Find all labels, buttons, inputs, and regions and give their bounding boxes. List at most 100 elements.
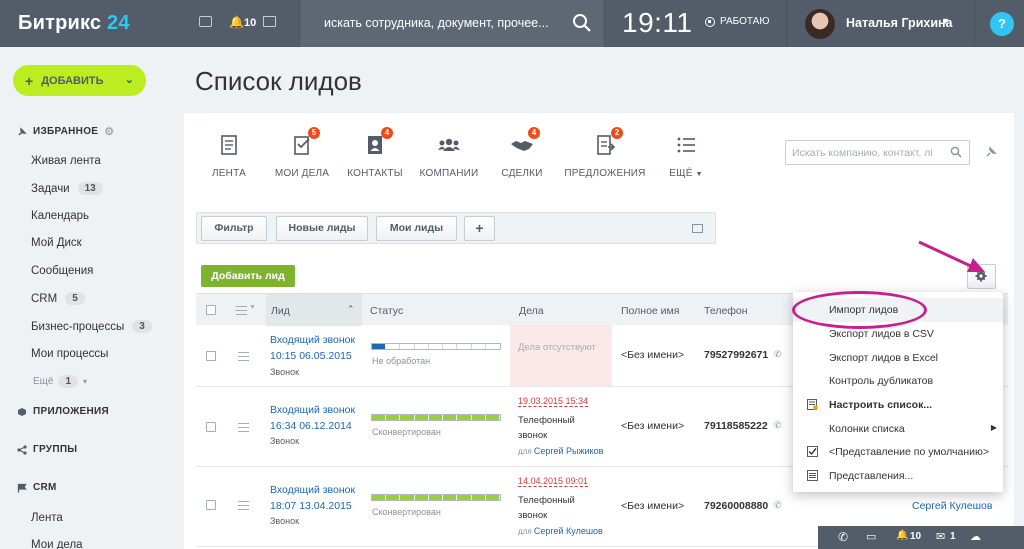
mail-count[interactable]: 1 bbox=[950, 531, 956, 542]
my-leads-filter-button[interactable]: Мои лиды bbox=[376, 216, 457, 241]
sidebar-item-live-feed[interactable]: Живая лента bbox=[31, 155, 101, 167]
favorites-header[interactable]: ИЗБРАННОЕ ⚙ bbox=[17, 125, 114, 138]
chevron-right-icon: ▶ bbox=[990, 423, 997, 432]
phone-number[interactable]: 79260008880 bbox=[704, 500, 768, 512]
gear-icon[interactable]: ⚙ bbox=[104, 125, 114, 138]
menu-item-label: Контроль дубликатов bbox=[829, 375, 934, 387]
crm-search-field[interactable]: Искать компанию, контакт, лі bbox=[785, 140, 970, 165]
toolbar-label: ЕЩЁ ▼ bbox=[643, 168, 729, 179]
checkbox-checked-icon bbox=[807, 446, 818, 457]
row-checkbox[interactable] bbox=[206, 422, 216, 432]
filter-button[interactable]: Фильтр bbox=[201, 216, 267, 241]
toolbar-deals[interactable]: 4 СДЕЛКИ bbox=[479, 113, 565, 179]
apps-header[interactable]: ПРИЛОЖЕНИЯ bbox=[17, 406, 109, 417]
deal-date[interactable]: 19.03.2015 15:34 bbox=[518, 396, 589, 407]
avatar[interactable] bbox=[805, 9, 835, 39]
new-leads-filter-button[interactable]: Новые лиды bbox=[276, 216, 368, 241]
column-header-deals[interactable]: Дела bbox=[519, 305, 544, 317]
lead-link[interactable]: Входящий звонок 16:34 06.12.2014 bbox=[270, 402, 355, 434]
collapse-icon[interactable] bbox=[692, 224, 703, 233]
menu-item-export-excel[interactable]: Экспорт лидов в Excel bbox=[793, 346, 1003, 370]
sidebar-item-my-activities[interactable]: Мои дела bbox=[31, 539, 83, 549]
sidebar-more[interactable]: Ещё 1 ▾ bbox=[33, 375, 87, 388]
sidebar-item-business-processes[interactable]: Бизнес-процессы 3 bbox=[31, 320, 152, 333]
sidebar-item-crm[interactable]: CRM 5 bbox=[31, 292, 85, 305]
row-menu-icon[interactable] bbox=[238, 501, 249, 510]
deal-person-link[interactable]: Сергей Рыжиков bbox=[534, 446, 603, 456]
help-button[interactable]: ? bbox=[990, 12, 1014, 36]
row-menu-icon[interactable] bbox=[238, 423, 249, 432]
responsible-link[interactable]: Сергей Кулешов bbox=[912, 500, 992, 512]
sidebar-item-calendar[interactable]: Календарь bbox=[31, 210, 89, 222]
deal-text: Телефонный звонок bbox=[518, 413, 575, 443]
phone-call-icon[interactable]: ✆ bbox=[774, 349, 782, 360]
sidebar-item-my-processes[interactable]: Мои процессы bbox=[31, 348, 108, 360]
status-progress[interactable] bbox=[371, 414, 501, 421]
folder-icon[interactable] bbox=[263, 16, 276, 27]
menu-item-duplicate-control[interactable]: Контроль дубликатов bbox=[793, 369, 1003, 393]
sidebar-item-my-drive[interactable]: Мой Диск bbox=[31, 237, 82, 249]
column-header-phone[interactable]: Телефон bbox=[704, 305, 748, 317]
sidebar-item-messages[interactable]: Сообщения bbox=[31, 265, 93, 277]
pin-icon[interactable] bbox=[985, 146, 997, 158]
search-icon[interactable] bbox=[950, 146, 962, 158]
deal-person-link[interactable]: Сергей Кулешов bbox=[534, 526, 603, 536]
menu-item-list-columns[interactable]: Колонки списка ▶ bbox=[793, 417, 1003, 441]
toolbar-quotes[interactable]: 2 ПРЕДЛОЖЕНИЯ bbox=[562, 113, 648, 179]
crm-count-badge: 5 bbox=[65, 292, 85, 305]
phone-number[interactable]: 79527992671 bbox=[704, 349, 768, 361]
toolbar-more[interactable]: ЕЩЁ ▼ bbox=[643, 113, 729, 179]
column-header-status[interactable]: Статус bbox=[370, 305, 403, 317]
crm-header[interactable]: CRM bbox=[17, 482, 57, 493]
logo[interactable]: Битрикс 24 bbox=[18, 12, 130, 35]
status-progress[interactable] bbox=[371, 494, 501, 501]
row-menu-icon[interactable] bbox=[238, 352, 249, 361]
menu-item-default-view[interactable]: <Представление по умолчанию> bbox=[793, 440, 1003, 464]
phone-call-icon[interactable]: ✆ bbox=[774, 420, 782, 431]
menu-item-label: Настроить список... bbox=[829, 399, 933, 411]
caret-down-icon[interactable]: ▼ bbox=[941, 16, 950, 26]
menu-item-configure-list[interactable]: Настроить список... bbox=[793, 393, 1003, 417]
status-progress[interactable] bbox=[371, 343, 501, 350]
search-input[interactable]: искать сотрудника, документ, прочее... bbox=[324, 16, 549, 30]
sidebar-item-label: Мои процессы bbox=[31, 348, 109, 360]
sort-asc-icon[interactable]: ⌃ bbox=[347, 304, 355, 315]
notifications-count[interactable]: 10 bbox=[910, 531, 921, 542]
phone-icon[interactable]: ✆ bbox=[838, 530, 848, 544]
user-name[interactable]: Наталья Грихина bbox=[846, 16, 953, 30]
add-lead-button[interactable]: Добавить лид bbox=[201, 265, 295, 287]
add-filter-button[interactable]: + bbox=[464, 216, 495, 241]
top-bar: Битрикс 24 🔔 10 искать сотрудника, докум… bbox=[0, 0, 1024, 47]
columns-menu-icon[interactable] bbox=[236, 306, 247, 315]
groups-header[interactable]: ГРУППЫ bbox=[17, 444, 77, 455]
sidebar-item-tasks[interactable]: Задачи 13 bbox=[31, 182, 103, 195]
column-header-full-name[interactable]: Полное имя bbox=[621, 305, 679, 317]
apps-header-label: ПРИЛОЖЕНИЯ bbox=[33, 406, 110, 417]
deal-date[interactable]: 14.04.2015 09:01 bbox=[518, 476, 589, 487]
row-checkbox[interactable] bbox=[206, 500, 216, 510]
lead-link[interactable]: Входящий звонок 18:07 13.04.2015 bbox=[270, 482, 355, 514]
column-header-lead[interactable]: Лид bbox=[271, 305, 290, 317]
phone-call-icon[interactable]: ✆ bbox=[774, 500, 782, 511]
global-search[interactable]: искать сотрудника, документ, прочее... bbox=[300, 0, 604, 47]
work-status-label: РАБОТАЮ bbox=[720, 16, 770, 27]
row-checkbox[interactable] bbox=[206, 351, 216, 361]
notifications-count[interactable]: 10 bbox=[244, 17, 256, 29]
bell-icon[interactable]: 🔔 bbox=[229, 15, 244, 29]
clock[interactable]: 19:11 bbox=[622, 7, 693, 39]
lead-link[interactable]: Входящий звонок 10:15 06.05.2015 bbox=[270, 332, 355, 364]
sidebar-item-crm-feed[interactable]: Лента bbox=[31, 512, 63, 524]
mail-icon[interactable]: ✉ bbox=[936, 530, 945, 543]
menu-item-views[interactable]: Представления... bbox=[793, 464, 1003, 488]
chat-icon[interactable] bbox=[199, 16, 212, 27]
chat-icon[interactable]: ▭ bbox=[866, 530, 876, 543]
select-all-checkbox[interactable] bbox=[206, 305, 216, 315]
work-status[interactable]: РАБОТАЮ bbox=[705, 16, 769, 27]
bell-icon[interactable]: 🔔 bbox=[896, 530, 908, 541]
search-icon[interactable] bbox=[572, 13, 592, 33]
menu-item-label: <Представление по умолчанию> bbox=[829, 446, 990, 458]
phone-number[interactable]: 79118585222 bbox=[704, 420, 768, 432]
status-label: Сконвертирован bbox=[372, 427, 441, 437]
add-button[interactable]: + ДОБАВИТЬ ⌄ bbox=[13, 65, 146, 96]
cloud-icon[interactable]: ☁ bbox=[970, 530, 981, 543]
